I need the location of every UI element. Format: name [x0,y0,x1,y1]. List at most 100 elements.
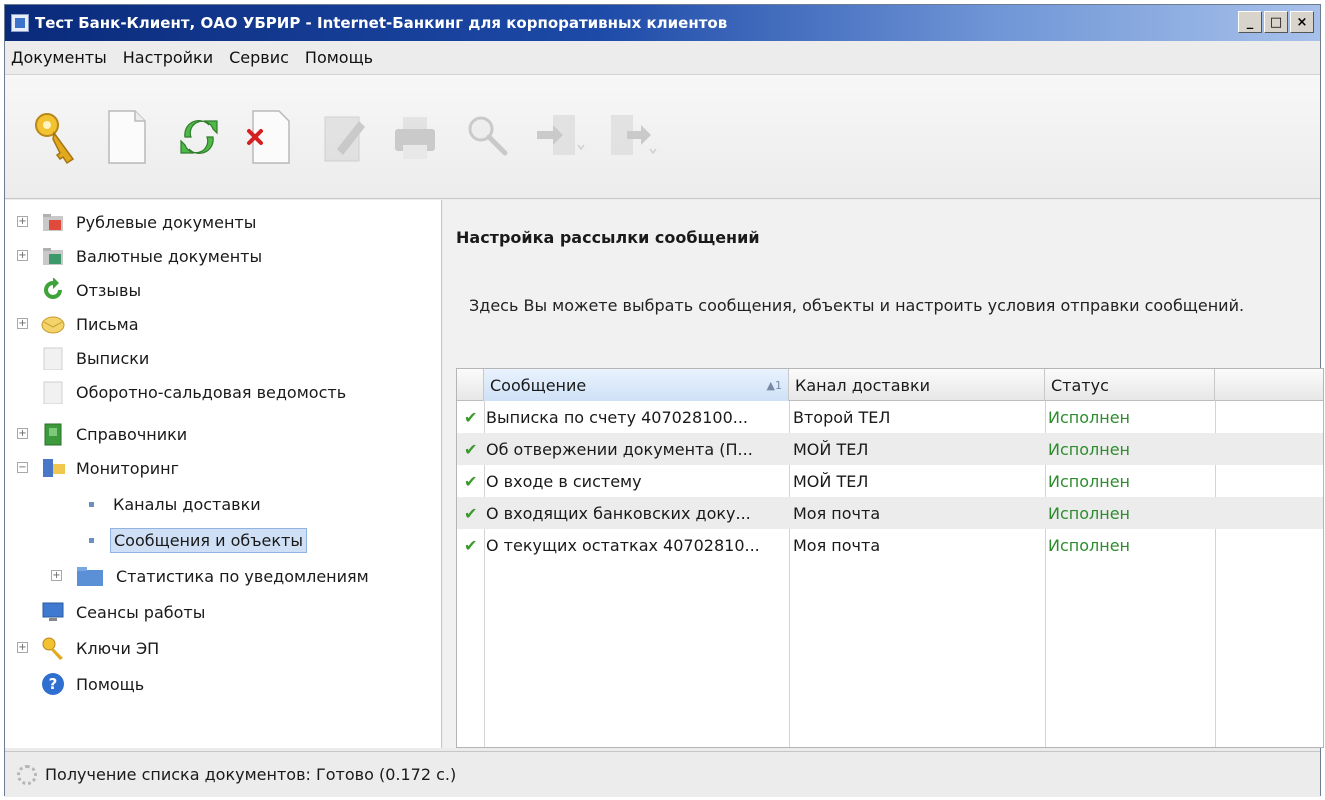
message-cell: Об отвержении документа (П... [486,439,753,459]
keys-icon [41,636,65,660]
tree-item-label: Выписки [76,348,150,368]
new-document-icon[interactable] [99,101,155,173]
recall-icon [41,277,65,302]
expander[interactable]: + [17,428,28,439]
maximize-button[interactable]: □ [1264,11,1288,33]
column-header-channel[interactable]: Канал доставки [789,369,1045,401]
tree-item-letters[interactable]: + Письма [17,308,142,340]
menu-settings[interactable]: Настройки [115,48,221,67]
toolbar [5,75,1320,199]
title-bar[interactable]: Тест Банк-Клиент, ОАО УБРИР - Internet-Б… [5,5,1320,41]
expander[interactable]: + [17,250,28,261]
print-icon[interactable] [387,101,443,173]
check-icon: ✔ [464,535,478,555]
table-row[interactable]: ✔ Об отвержении документа (П... МОЙ ТЕЛ … [457,433,1323,465]
tree-item-currency-documents[interactable]: + Валютные документы [17,240,265,272]
check-icon: ✔ [464,439,478,459]
search-icon[interactable] [459,101,515,173]
check-icon: ✔ [464,471,478,491]
tree-item-sessions[interactable]: Сеансы работы [17,596,208,628]
loading-spinner-icon [17,764,37,785]
letters-icon [41,312,65,336]
delete-icon[interactable] [243,101,299,173]
folder-icon [75,564,105,588]
svg-text:?: ? [49,675,58,693]
menu-documents[interactable]: Документы [5,48,115,67]
close-button[interactable]: × [1290,11,1314,33]
tree-item-ruble-documents[interactable]: + Рублевые документы [17,206,259,238]
refresh-icon[interactable] [171,101,227,173]
tree-item-label: Помощь [76,674,145,694]
tree-item-help[interactable]: ? Помощь [17,668,147,700]
channel-cell: Моя почта [793,535,881,555]
tree-item-delivery-channels[interactable]: Каналы доставки [89,488,264,520]
monitor-icon [41,600,65,624]
statement-icon [41,346,65,371]
tree-item-label: Рублевые документы [76,212,257,232]
expander[interactable]: + [17,642,28,653]
minimize-button[interactable]: _ [1238,11,1262,33]
tree-item-label: Каналы доставки [113,494,261,514]
column-header-message[interactable]: Сообщение ▲1 [484,369,789,401]
page-title: Настройка рассылки сообщений [456,228,760,247]
app-icon [11,14,29,32]
tree-item-signature-keys[interactable]: + Ключи ЭП [17,632,162,664]
message-cell: О входящих банковских доку... [486,503,751,523]
tree-item-label: Валютные документы [76,246,263,266]
window-title: Тест Банк-Клиент, ОАО УБРИР - Internet-Б… [35,14,728,32]
balance-sheet-icon [41,380,65,405]
tree-item-label: Письма [76,314,139,334]
tree-item-messages-objects[interactable]: Сообщения и объекты [89,524,308,556]
tree-item-balance-sheet[interactable]: Оборотно-сальдовая ведомость [17,376,349,408]
monitoring-icon [41,456,65,480]
message-cell: О входе в систему [486,471,642,491]
message-cell: Выписка по счету 407028100... [486,407,748,427]
tree-item-label: Справочники [76,424,188,444]
check-icon: ✔ [464,407,478,427]
menu-service[interactable]: Сервис [221,48,297,67]
tree-item-notification-stats[interactable]: + Статистика по уведомлениям [51,560,372,592]
sort-ascending-icon: ▲1 [766,378,782,392]
tree-item-label: Сеансы работы [76,602,206,622]
reference-book-icon [41,422,65,446]
check-column-header [457,369,484,401]
table-row[interactable]: ✔ О входящих банковских доку... Моя почт… [457,497,1323,529]
tree-item-label: Отзывы [76,280,142,300]
status-cell: Исполнен [1048,503,1131,523]
key-icon[interactable] [27,101,83,173]
expander[interactable]: + [17,318,28,329]
status-cell: Исполнен [1048,535,1131,555]
tree-item-references[interactable]: + Справочники [17,418,190,450]
table-row[interactable]: ✔ О текущих остатках 40702810... Моя поч… [457,529,1323,561]
navigation-tree: + Рублевые документы + Валютные документ… [5,200,442,748]
expander[interactable]: + [17,216,28,227]
tree-item-recalls[interactable]: Отзывы [17,274,144,306]
table-row[interactable]: ✔ О входе в систему МОЙ ТЕЛ Исполнен [457,465,1323,497]
status-cell: Исполнен [1048,407,1131,427]
message-cell: О текущих остатках 40702810... [486,535,760,555]
table-row[interactable]: ✔ Выписка по счету 407028100... Второй Т… [457,401,1323,433]
column-header-label: Статус [1051,375,1109,395]
tree-item-label: Статистика по уведомлениям [116,566,369,586]
app-window: Тест Банк-Клиент, ОАО УБРИР - Internet-Б… [4,4,1324,797]
tree-item-label: Мониторинг [76,458,179,478]
column-header-empty [1215,369,1325,401]
currency-folder-icon [41,244,65,268]
edit-icon[interactable] [315,101,371,173]
status-cell: Исполнен [1048,471,1131,491]
tree-item-monitoring[interactable]: − Мониторинг [17,452,182,484]
page-description: Здесь Вы можете выбрать сообщения, объек… [469,296,1245,315]
expander[interactable]: + [51,570,62,581]
channel-cell: Моя почта [793,503,881,523]
tree-item-statements[interactable]: Выписки [17,342,152,374]
column-header-label: Сообщение [490,375,587,395]
messages-table: Сообщение ▲1 Канал доставки Статус ✔ Вып… [456,368,1324,748]
import-icon[interactable] [531,101,587,173]
window-controls: _ □ × [1238,11,1314,33]
tree-item-label: Оборотно-сальдовая ведомость [76,382,347,402]
menu-help[interactable]: Помощь [297,48,381,67]
bullet-icon [89,501,94,507]
export-icon[interactable] [603,101,659,173]
column-header-status[interactable]: Статус [1045,369,1215,401]
expander[interactable]: − [17,462,28,473]
